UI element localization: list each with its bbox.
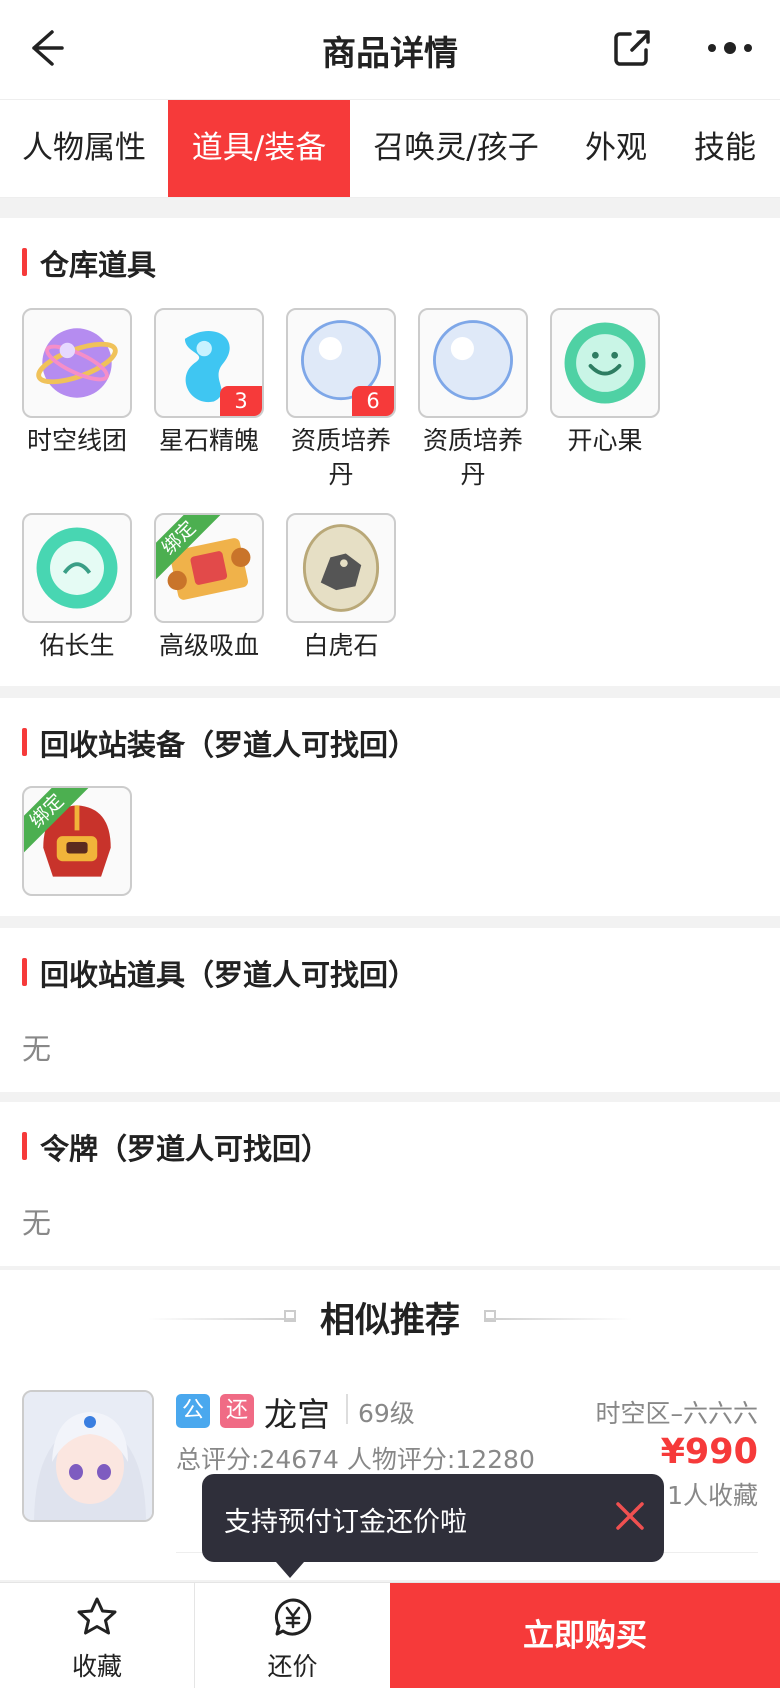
favorite-button[interactable]: 收藏: [0, 1583, 194, 1688]
listing-server: 时空区–六六六: [595, 1399, 758, 1428]
item-name: 开心果: [567, 426, 643, 455]
bargain-tag: 还: [220, 1394, 254, 1428]
item-slot[interactable]: 6 资质培养丹: [285, 308, 397, 492]
recommend-title: 相似推荐: [319, 1301, 460, 1341]
bargain-tooltip: 支持预付订金还价啦: [202, 1474, 664, 1578]
helmet-icon: 绑定: [22, 786, 132, 896]
divider-ornament: [484, 1318, 632, 1320]
item-name: 时空线团: [26, 426, 127, 455]
longevity-icon: [22, 513, 132, 623]
scroll-icon: 绑定: [154, 513, 264, 623]
empty-text: 无: [22, 1032, 52, 1066]
tooltip-text: 支持预付订金还价啦: [224, 1507, 467, 1538]
item-slot[interactable]: 佑长生: [21, 513, 133, 663]
section-title: 回收站道具（罗道人可找回）: [22, 952, 417, 994]
item-name: 资质培养丹: [422, 426, 523, 489]
divider: [346, 1394, 348, 1424]
item-slot[interactable]: 绑定: [21, 786, 133, 896]
white-tiger-stone-icon: [286, 513, 396, 623]
item-count-badge: 3: [220, 386, 262, 416]
share-icon[interactable]: [610, 26, 654, 70]
tab-character-attributes[interactable]: 人物属性: [0, 100, 168, 197]
item-slot[interactable]: 绑定 高级吸血: [153, 513, 265, 663]
bargain-label: 还价: [267, 1652, 318, 1681]
item-slot[interactable]: 3 星石精魄: [153, 308, 265, 458]
close-icon[interactable]: [608, 1494, 652, 1538]
listing-level: 69级: [358, 1399, 415, 1428]
product-detail-page: 商品详情 人物属性 道具/装备 召唤灵/孩子 外观 技能 仓库道具 时空线团 3…: [0, 0, 780, 1688]
pearl-icon: [418, 308, 528, 418]
empty-text: 无: [22, 1206, 52, 1240]
bound-ribbon: 绑定: [156, 515, 226, 589]
listing-price: ¥990: [660, 1432, 758, 1472]
blue-spirit-icon: 3: [154, 308, 264, 418]
section-title: 回收站装备（罗道人可找回）: [22, 722, 417, 764]
public-tag: 公: [176, 1394, 210, 1428]
recycle-items-section: 回收站道具（罗道人可找回） 无: [0, 928, 780, 1092]
detail-tabs: 人物属性 道具/装备 召唤灵/孩子 外观 技能: [0, 100, 780, 198]
bargain-button[interactable]: 还价: [195, 1583, 390, 1688]
recycle-equipment-section: 回收站装备（罗道人可找回） 绑定: [0, 698, 780, 916]
token-section: 令牌（罗道人可找回） 无: [0, 1102, 780, 1266]
warehouse-section: 仓库道具 时空线团 3 星石精魄 6 资质培养丹 资质培养丹 开心果 佑长生 绑…: [0, 218, 780, 686]
buy-now-button[interactable]: 立即购买: [390, 1583, 780, 1688]
section-title: 仓库道具: [22, 242, 156, 284]
tab-items-equipment[interactable]: 道具/装备: [168, 100, 350, 197]
item-name: 白虎石: [303, 631, 379, 660]
item-slot[interactable]: 时空线团: [21, 308, 133, 458]
yarn-ball-icon: [22, 308, 132, 418]
item-slot[interactable]: 白虎石: [285, 513, 397, 663]
item-slot[interactable]: 资质培养丹: [417, 308, 529, 492]
item-name: 佑长生: [39, 631, 115, 660]
happy-fruit-icon: [550, 308, 660, 418]
divider-ornament: [484, 1310, 496, 1322]
star-icon: [77, 1597, 117, 1635]
more-options-icon[interactable]: [706, 30, 756, 66]
page-title: 商品详情: [322, 34, 458, 74]
tooltip-arrow: [276, 1562, 304, 1578]
item-slot[interactable]: 开心果: [549, 308, 661, 458]
pearl-icon: 6: [286, 308, 396, 418]
favorite-label: 收藏: [71, 1652, 122, 1681]
avatar[interactable]: [22, 1390, 154, 1522]
item-name: 资质培养丹: [290, 426, 391, 489]
tab-summons-children[interactable]: 召唤灵/孩子: [350, 100, 562, 197]
listing-name[interactable]: 龙宫: [264, 1388, 330, 1436]
tab-appearance[interactable]: 外观: [562, 100, 670, 197]
item-name: 高级吸血: [158, 631, 259, 660]
top-nav-bar: 商品详情: [0, 0, 780, 100]
bottom-action-bar: 收藏 还价 立即购买: [0, 1582, 780, 1688]
tab-skills[interactable]: 技能: [670, 100, 780, 197]
item-count-badge: 6: [352, 386, 394, 416]
listing-score: 总评分:24674 人物评分:12280: [176, 1445, 535, 1474]
section-title: 令牌（罗道人可找回）: [22, 1126, 330, 1168]
listing-favorites: 1人收藏: [667, 1481, 758, 1510]
bargain-yen-icon: [274, 1598, 311, 1636]
item-name: 星石精魄: [158, 426, 259, 455]
bound-ribbon: 绑定: [24, 788, 94, 862]
